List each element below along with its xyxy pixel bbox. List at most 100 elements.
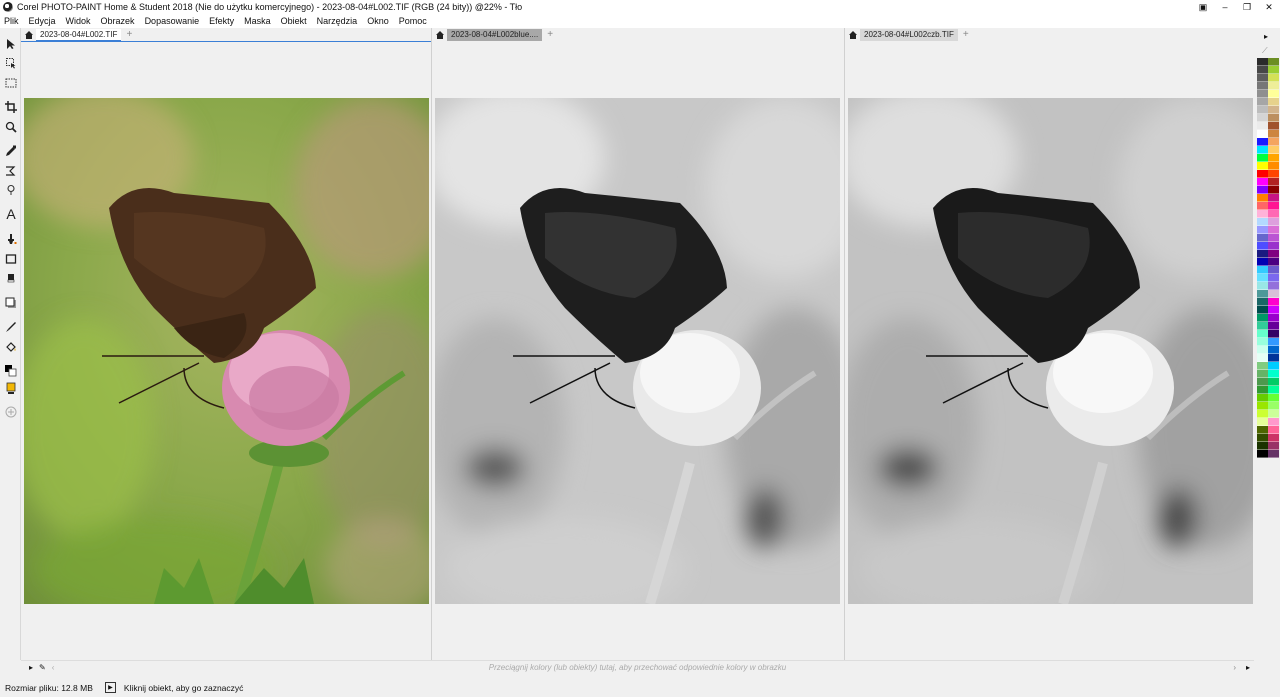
transform-icon[interactable] (3, 163, 19, 179)
palette-swatch[interactable] (1257, 114, 1268, 122)
menu-plik[interactable]: Plik (4, 16, 19, 26)
home-icon[interactable] (434, 29, 446, 41)
palette-swatch[interactable] (1268, 74, 1279, 82)
palette-swatch[interactable] (1257, 162, 1268, 170)
palette-swatch[interactable] (1257, 266, 1268, 274)
palette-swatch[interactable] (1257, 354, 1268, 362)
tab-document-1[interactable]: 2023-08-04#L002.TIF (36, 29, 122, 41)
palette-swatch[interactable] (1257, 218, 1268, 226)
palette-swatch[interactable] (1257, 306, 1268, 314)
palette-column-2[interactable] (1268, 58, 1279, 458)
palette-swatch[interactable] (1257, 338, 1268, 346)
palette-swatch[interactable] (1257, 210, 1268, 218)
palette-swatch[interactable] (1257, 290, 1268, 298)
status-play-icon[interactable]: ▶ (104, 682, 116, 693)
palette-swatch[interactable] (1257, 58, 1268, 66)
image-canvas-grayscale-czb[interactable] (848, 98, 1253, 604)
image-canvas-color[interactable] (24, 98, 429, 604)
palette-swatch[interactable] (1268, 66, 1279, 74)
palette-swatch[interactable] (1257, 202, 1268, 210)
palette-swatch[interactable] (1257, 242, 1268, 250)
palette-swatch[interactable] (1268, 306, 1279, 314)
palette-swatch[interactable] (1257, 346, 1268, 354)
palette-swatch[interactable] (1257, 194, 1268, 202)
palette-swatch[interactable] (1268, 418, 1279, 426)
palette-swatch[interactable] (1268, 242, 1279, 250)
palette-swatch[interactable] (1268, 338, 1279, 346)
tab-document-3[interactable]: 2023-08-04#L002czb.TIF (860, 29, 958, 41)
palette-swatch[interactable] (1257, 402, 1268, 410)
palette-swatch[interactable] (1257, 170, 1268, 178)
palette-swatch[interactable] (1257, 178, 1268, 186)
palette-swatch[interactable] (1268, 434, 1279, 442)
palette-swatch[interactable] (1268, 114, 1279, 122)
palette-swatch[interactable] (1268, 386, 1279, 394)
palette-swatch[interactable] (1257, 90, 1268, 98)
palette-swatch[interactable] (1257, 314, 1268, 322)
palette-swatch[interactable] (1268, 146, 1279, 154)
zoom-icon[interactable] (3, 119, 19, 135)
palette-swatch[interactable] (1257, 98, 1268, 106)
palette-swatch[interactable] (1268, 218, 1279, 226)
restore-button[interactable]: ❐ (1236, 0, 1258, 14)
menu-efekty[interactable]: Efekty (209, 16, 234, 26)
palette-swatch[interactable] (1257, 234, 1268, 242)
palette-swatch[interactable] (1268, 354, 1279, 362)
menu-widok[interactable]: Widok (66, 16, 91, 26)
scroll-right-icon[interactable]: › (1233, 663, 1236, 672)
rectangle-icon[interactable] (3, 251, 19, 267)
add-tab-icon[interactable]: + (960, 29, 972, 41)
eraser-icon[interactable] (3, 270, 19, 286)
palette-swatch[interactable] (1268, 122, 1279, 130)
palette-swatch[interactable] (1257, 82, 1268, 90)
palette-swatch[interactable] (1268, 98, 1279, 106)
menu-narzedzia[interactable]: Narzędzia (317, 16, 358, 26)
palette-swatch[interactable] (1268, 234, 1279, 242)
palette-swatch[interactable] (1268, 82, 1279, 90)
paint-icon[interactable] (3, 231, 19, 247)
palette-swatch[interactable] (1257, 370, 1268, 378)
add-tab-icon[interactable]: + (123, 29, 135, 41)
palette-eyedropper-icon[interactable]: ⟋ (1262, 46, 1268, 56)
palette-swatch[interactable] (1257, 378, 1268, 386)
palette-swatch[interactable] (1257, 138, 1268, 146)
palette-swatch[interactable] (1257, 122, 1268, 130)
palette-swatch[interactable] (1257, 426, 1268, 434)
image-canvas-grayscale-blue[interactable] (435, 98, 840, 604)
palette-swatch[interactable] (1257, 74, 1268, 82)
palette-swatch[interactable] (1268, 250, 1279, 258)
palette-swatch[interactable] (1268, 194, 1279, 202)
palette-swatch[interactable] (1268, 178, 1279, 186)
palette-swatch[interactable] (1268, 346, 1279, 354)
palette-swatch[interactable] (1268, 282, 1279, 290)
palette-swatch[interactable] (1268, 258, 1279, 266)
color-palette[interactable] (1256, 58, 1280, 660)
minimize-button[interactable]: – (1214, 0, 1236, 14)
palette-column-1[interactable] (1257, 58, 1268, 458)
palette-swatch[interactable] (1268, 226, 1279, 234)
palette-swatch[interactable] (1268, 442, 1279, 450)
help-icon-button[interactable]: ▣ (1192, 0, 1214, 14)
palette-swatch[interactable] (1268, 394, 1279, 402)
brush-icon[interactable] (3, 319, 19, 335)
palette-expand-icon[interactable]: ▸ (1264, 32, 1268, 41)
palette-swatch[interactable] (1268, 138, 1279, 146)
eyedropper-icon[interactable] (3, 143, 19, 159)
palette-swatch[interactable] (1257, 418, 1268, 426)
palette-swatch[interactable] (1268, 370, 1279, 378)
lasso-icon[interactable] (3, 182, 19, 198)
palette-swatch[interactable] (1257, 154, 1268, 162)
palette-swatch[interactable] (1257, 362, 1268, 370)
pick-icon[interactable] (3, 36, 19, 52)
tab-document-2[interactable]: 2023-08-04#L002blue.... (447, 29, 543, 41)
shadow-icon[interactable] (3, 295, 19, 311)
palette-swatch[interactable] (1268, 266, 1279, 274)
palette-swatch[interactable] (1257, 226, 1268, 234)
rectangle-mask-icon[interactable] (3, 75, 19, 91)
menu-maska[interactable]: Maska (244, 16, 271, 26)
palette-swatch[interactable] (1268, 322, 1279, 330)
palette-swatch[interactable] (1257, 146, 1268, 154)
palette-swatch[interactable] (1257, 434, 1268, 442)
crop-icon[interactable] (3, 99, 19, 115)
palette-swatch[interactable] (1268, 186, 1279, 194)
